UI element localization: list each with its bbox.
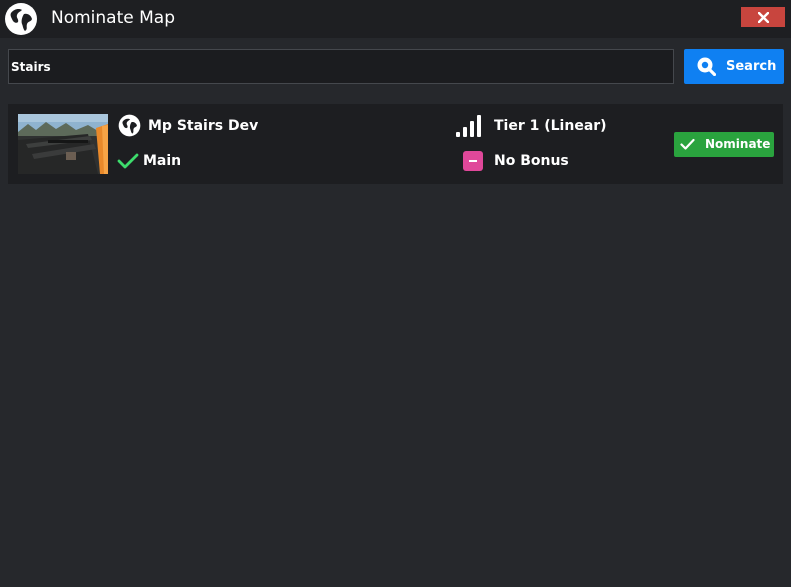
search-button-label: Search <box>726 59 777 74</box>
minus-square-icon <box>463 151 483 171</box>
nominate-button-label: Nominate <box>705 137 771 151</box>
map-result-row: Mp Stairs Dev Main Tier 1 (Linear) No Bo… <box>8 104 783 184</box>
map-track: Main <box>143 153 182 169</box>
nominate-button[interactable]: Nominate <box>674 132 774 157</box>
map-bonus: No Bonus <box>494 153 569 169</box>
title-bar: Nominate Map <box>0 0 791 38</box>
close-button[interactable] <box>741 7 785 27</box>
close-icon <box>757 11 769 23</box>
search-input[interactable] <box>8 49 674 84</box>
search-button[interactable]: Search <box>684 49 784 84</box>
map-thumbnail <box>18 114 108 174</box>
map-tier: Tier 1 (Linear) <box>494 118 607 134</box>
map-name: Mp Stairs Dev <box>148 118 259 134</box>
globe-logo-icon <box>5 3 37 35</box>
signal-bars-icon <box>456 115 481 137</box>
window-title: Nominate Map <box>51 8 175 28</box>
search-icon <box>697 57 716 76</box>
check-icon <box>117 153 139 169</box>
check-icon <box>680 138 695 150</box>
globe-logo-icon <box>118 114 141 137</box>
